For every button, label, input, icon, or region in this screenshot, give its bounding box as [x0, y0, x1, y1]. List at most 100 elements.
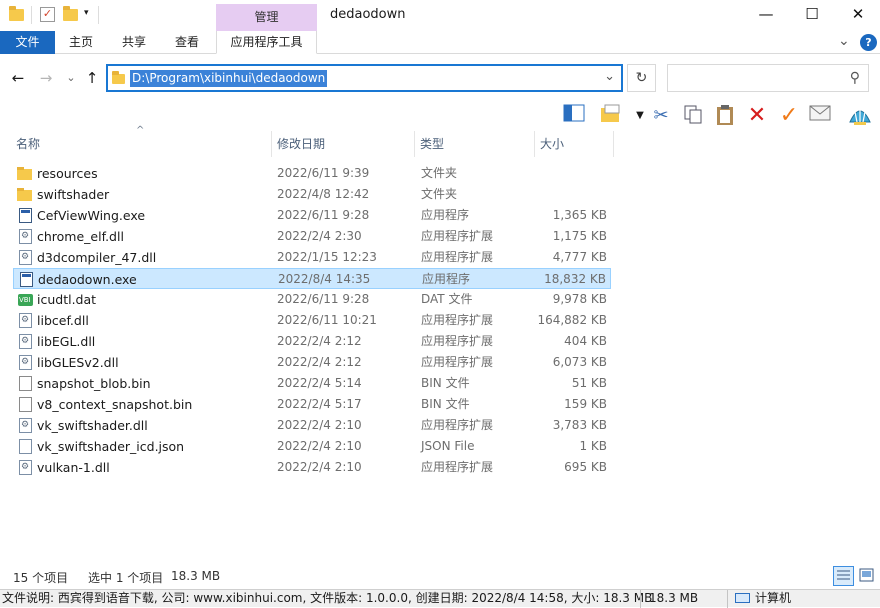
maximize-button[interactable]: ☐ [789, 0, 835, 30]
cut-icon[interactable]: ✂ [649, 104, 673, 128]
new-folder-icon[interactable] [63, 6, 78, 21]
file-size: 164,882 KB [537, 313, 607, 327]
file-date: 2022/2/4 2:12 [277, 355, 362, 369]
close-button[interactable]: ✕ [835, 0, 880, 30]
paste-icon[interactable] [713, 104, 737, 128]
file-name: v8_context_snapshot.bin [37, 397, 193, 412]
minimize-button[interactable]: — [743, 0, 789, 30]
file-description: 文件说明: 西宾得到语音下载, 公司: www.xibinhui.com, 文件… [2, 591, 653, 605]
file-type: DAT 文件 [421, 292, 473, 306]
file-size: 18,832 KB [544, 272, 606, 286]
address-input[interactable]: D:\Program\xibinhui\dedaodown [130, 70, 328, 87]
up-button[interactable]: ↑ [82, 68, 102, 88]
tab-file[interactable]: 文件 [0, 31, 55, 54]
properties-icon[interactable]: ✓ [40, 7, 55, 22]
file-date: 2022/8/4 14:35 [278, 272, 371, 286]
shell-icon[interactable] [848, 104, 872, 128]
item-count: 15 个项目 [13, 571, 69, 585]
file-row[interactable]: resources 2022/6/11 9:39 文件夹 [13, 163, 611, 184]
column-date[interactable]: 修改日期 [269, 131, 414, 157]
file-name: CefViewWing.exe [37, 208, 146, 223]
large-icons-view-button[interactable] [857, 566, 878, 586]
refresh-button[interactable]: ↻ [627, 64, 656, 92]
tab-application-tools[interactable]: 应用程序工具 [216, 31, 317, 54]
file-size: 1,365 KB [552, 208, 607, 222]
column-size[interactable]: 大小 [532, 131, 612, 157]
file-type: 应用程序扩展 [421, 313, 494, 327]
file-size: 51 KB [571, 376, 607, 390]
search-input[interactable]: ⚲ [667, 64, 869, 92]
file-type: 应用程序扩展 [421, 460, 494, 474]
file-row[interactable]: libcef.dll 2022/6/11 10:21 应用程序扩展 164,882 K… [13, 310, 611, 331]
copy-icon[interactable] [681, 104, 705, 128]
file-row[interactable]: libGLESv2.dll 2022/2/4 2:12 应用程序扩展 6,073 KB [13, 352, 611, 373]
column-type[interactable]: 类型 [412, 131, 534, 157]
help-icon[interactable]: ? [860, 34, 877, 51]
file-row[interactable]: vk_swiftshader_icd.json 2022/2/4 2:10 JSON… [13, 436, 611, 457]
computer-icon [735, 593, 750, 603]
ribbon-expand-icon[interactable]: ⌄ [838, 33, 850, 49]
email-icon[interactable] [808, 104, 832, 128]
file-row[interactable]: vulkan-1.dll 2022/2/4 2:10 应用程序扩展 695 KB [13, 457, 611, 478]
delete-icon[interactable]: ✕ [745, 104, 769, 128]
file-size: 159 KB [564, 397, 607, 411]
column-divider[interactable] [613, 131, 614, 157]
folder-icon [112, 71, 125, 84]
file-date: 2022/6/11 10:21 [277, 313, 377, 327]
file-size: 404 KB [564, 334, 607, 348]
file-date: 2022/2/4 2:10 [277, 460, 362, 474]
file-row[interactable]: snapshot_blob.bin 2022/2/4 5:14 BIN 文件 51 K… [13, 373, 611, 394]
bin-icon [19, 376, 32, 391]
file-row[interactable]: v8_context_snapshot.bin 2022/2/4 5:17 BIN … [13, 394, 611, 415]
dll-icon [19, 460, 32, 475]
address-bar[interactable]: D:\Program\xibinhui\dedaodown ⌄ [106, 64, 623, 92]
file-name: swiftshader [37, 187, 110, 202]
manage-context-tab[interactable]: 管理 [216, 4, 317, 31]
file-type: 应用程序扩展 [421, 418, 494, 432]
file-row[interactable]: icudtl.dat 2022/6/11 9:28 DAT 文件 9,978 KB [13, 289, 611, 310]
column-name[interactable]: 名称 [8, 131, 271, 157]
folder-icon [17, 167, 32, 180]
file-name: libEGL.dll [37, 334, 96, 349]
file-row[interactable]: chrome_elf.dll 2022/2/4 2:30 应用程序扩展 1,175 K… [13, 226, 611, 247]
selection-count: 选中 1 个项目 [88, 571, 164, 585]
file-size: 9,978 KB [552, 292, 607, 306]
file-type: 应用程序扩展 [421, 334, 494, 348]
info-size: 18.3 MB [649, 591, 699, 605]
file-row[interactable]: d3dcompiler_47.dll 2022/1/15 12:23 应用程序扩展 4… [13, 247, 611, 268]
bin-icon [19, 397, 32, 412]
window-title: dedaodown [330, 7, 406, 22]
forward-button[interactable]: → [36, 68, 56, 88]
recent-locations-button[interactable]: ⌄ [61, 68, 81, 88]
file-name: libcef.dll [37, 313, 89, 328]
tab-view[interactable]: 查看 [163, 31, 211, 54]
separator [98, 6, 99, 24]
column-header: ^ 名称 修改日期 类型 大小 [0, 125, 880, 157]
file-name: dedaodown.exe [38, 272, 137, 287]
rename-icon[interactable]: ✓ [777, 104, 801, 128]
file-row[interactable]: swiftshader 2022/4/8 12:42 文件夹 [13, 184, 611, 205]
file-type: 文件夹 [421, 187, 458, 201]
file-type: 应用程序扩展 [421, 355, 494, 369]
info-location: 计算机 [755, 591, 792, 605]
file-row[interactable]: libEGL.dll 2022/2/4 2:12 应用程序扩展 404 KB [13, 331, 611, 352]
selection-size: 18.3 MB [171, 569, 221, 583]
preview-pane-icon[interactable] [562, 104, 586, 128]
app-icon [20, 272, 33, 287]
folder-view-icon[interactable] [599, 104, 623, 128]
file-date: 2022/6/11 9:39 [277, 166, 370, 180]
address-dropdown-icon[interactable]: ⌄ [604, 69, 615, 84]
file-name: vk_swiftshader.dll [37, 418, 148, 433]
quick-access-dropdown-icon[interactable]: ▾ [84, 8, 89, 18]
tab-home[interactable]: 主页 [57, 31, 105, 54]
tab-share[interactable]: 共享 [110, 31, 158, 54]
details-view-button[interactable] [833, 566, 854, 586]
back-button[interactable]: ← [8, 68, 28, 88]
file-name: vulkan-1.dll [37, 460, 110, 475]
file-row[interactable]: dedaodown.exe 2022/8/4 14:35 应用程序 18,832 KB [13, 268, 611, 289]
file-row[interactable]: CefViewWing.exe 2022/6/11 9:28 应用程序 1,365 K… [13, 205, 611, 226]
json-icon [19, 439, 32, 454]
file-row[interactable]: vk_swiftshader.dll 2022/2/4 2:10 应用程序扩展 3,7… [13, 415, 611, 436]
file-date: 2022/6/11 9:28 [277, 292, 370, 306]
file-date: 2022/2/4 2:30 [277, 229, 362, 243]
